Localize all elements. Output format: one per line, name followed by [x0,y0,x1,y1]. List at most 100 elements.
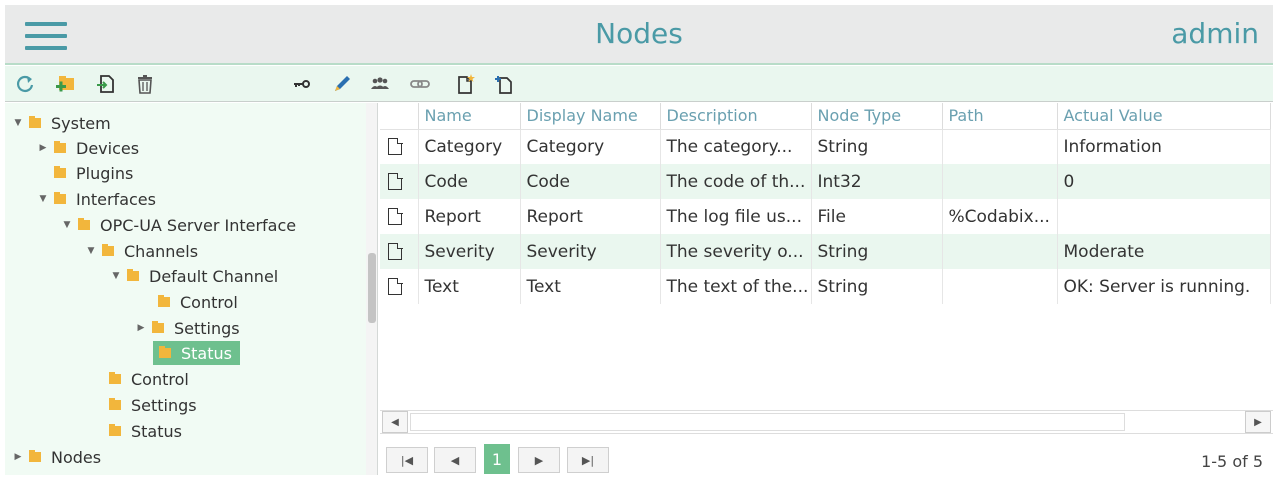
caret-down-icon[interactable]: ▼ [111,271,121,281]
add-folder-icon[interactable] [53,72,77,96]
document-icon [388,137,403,156]
scroll-left-icon[interactable]: ◀ [382,411,408,433]
cell-description: The severity o... [660,234,812,269]
toolbar [5,66,1273,102]
caret-right-icon[interactable]: ▶ [38,143,48,153]
last-page-button[interactable]: ▶| [567,447,609,473]
table-row[interactable]: Severity Severity The severity o... Stri… [380,234,1271,269]
file-icon-cell [380,129,419,164]
cell-node-type: String [811,129,943,164]
link-icon[interactable] [408,72,432,96]
caret-down-icon[interactable]: ▼ [86,246,96,256]
document-icon [388,242,403,260]
new-node-icon[interactable] [493,72,517,96]
tree-node-control[interactable]: Control [158,290,238,314]
cell-node-type: File [811,199,943,234]
scrollbar-thumb[interactable] [368,253,376,323]
tree-node-status[interactable]: Status [109,419,182,443]
next-page-button[interactable]: ▶ [518,447,560,473]
tree-label: Control [131,369,189,389]
tree-label: OPC-UA Server Interface [100,215,297,235]
tree-scrollbar[interactable] [366,103,378,475]
file-icon-cell [380,269,419,304]
cell-description: The category... [660,129,812,164]
nodes-grid: Name Display Name Description Node Type … [380,103,1273,475]
folder-icon [109,424,121,436]
tree-label: Interfaces [76,189,156,209]
document-icon [388,172,403,190]
table-row[interactable]: Category Category The category... String… [380,129,1271,164]
folder-icon [29,116,41,128]
scroll-right-icon[interactable]: ▶ [1245,411,1271,433]
page-title: Nodes [595,17,683,50]
tree-node-settings[interactable]: Settings [109,393,197,417]
cell-display-name: Text [520,269,661,304]
table-row[interactable]: Report Report The log file us... File %C… [380,199,1271,234]
app-header: Nodes admin [5,5,1273,65]
column-header[interactable]: Display Name [520,103,661,130]
column-header[interactable]: Name [418,103,521,130]
tree-label: Settings [131,395,197,415]
tree-node-devices[interactable]: ▶ Devices [38,136,140,160]
column-header[interactable]: Node Type [811,103,943,130]
horizontal-scrollbar[interactable]: ◀ ▶ [380,410,1273,434]
folder-icon [78,218,90,230]
caret-down-icon[interactable]: ▼ [62,220,72,230]
users-icon[interactable] [368,72,392,96]
caret-down-icon[interactable]: ▼ [13,118,23,128]
folder-icon [54,192,66,204]
folder-icon [29,450,41,462]
file-icon-cell [380,164,419,199]
key-icon[interactable] [290,72,314,96]
refresh-icon[interactable] [13,72,37,96]
cell-description: The text of the... [660,269,812,304]
tree-node-status-selected[interactable]: Status [153,341,240,365]
tree-node-control[interactable]: Control [109,367,189,391]
cell-node-type: String [811,234,943,269]
delete-icon[interactable] [133,72,157,96]
tree-node-nodes[interactable]: ▶ Nodes [13,445,102,469]
folder-icon [127,269,139,281]
new-document-icon[interactable] [453,72,477,96]
cell-node-type: String [811,269,943,304]
cell-name: Category [418,129,521,164]
table-row[interactable]: Text Text The text of the... String OK: … [380,269,1271,304]
cell-display-name: Report [520,199,661,234]
tree-label: Nodes [51,447,102,467]
folder-icon [158,295,170,307]
column-header-icon [380,103,419,130]
cell-actual-value: 0 [1057,164,1271,199]
caret-right-icon[interactable]: ▶ [136,323,146,333]
cell-actual-value [1057,199,1271,234]
current-page[interactable]: 1 [484,444,510,474]
caret-down-icon[interactable]: ▼ [38,194,48,204]
page-info: 1-5 of 5 [1201,452,1263,471]
file-icon-cell [380,234,419,269]
column-header[interactable]: Actual Value [1057,103,1271,130]
tree-node-system[interactable]: ▼ System [13,111,111,135]
caret-right-icon[interactable]: ▶ [13,452,23,462]
folder-icon [152,321,164,333]
pagination: |◀ ◀ 1 ▶ ▶| 1-5 of 5 [380,440,1273,475]
edit-icon[interactable] [330,72,354,96]
folder-icon [159,346,171,358]
prev-page-button[interactable]: ◀ [434,447,476,473]
column-header[interactable]: Path [942,103,1058,130]
tree-node-channels[interactable]: ▼ Channels [86,239,199,263]
user-name[interactable]: admin [1171,17,1259,50]
table-row[interactable]: Code Code The code of th... Int32 0 [380,164,1271,199]
tree-node-plugins[interactable]: Plugins [54,161,133,185]
tree-node-opcua[interactable]: ▼ OPC-UA Server Interface [62,213,297,237]
nodes-table: Name Display Name Description Node Type … [380,103,1271,304]
column-header[interactable]: Description [660,103,812,130]
folder-icon [102,244,114,256]
cell-path [942,269,1058,304]
folder-icon [109,398,121,410]
import-icon[interactable] [93,72,117,96]
tree-node-default-channel[interactable]: ▼ Default Channel [111,264,279,288]
tree-node-settings[interactable]: ▶ Settings [136,316,240,340]
first-page-button[interactable]: |◀ [386,447,428,473]
cell-path [942,164,1058,199]
tree-node-interfaces[interactable]: ▼ Interfaces [38,187,156,211]
scrollbar-track[interactable] [410,413,1125,431]
